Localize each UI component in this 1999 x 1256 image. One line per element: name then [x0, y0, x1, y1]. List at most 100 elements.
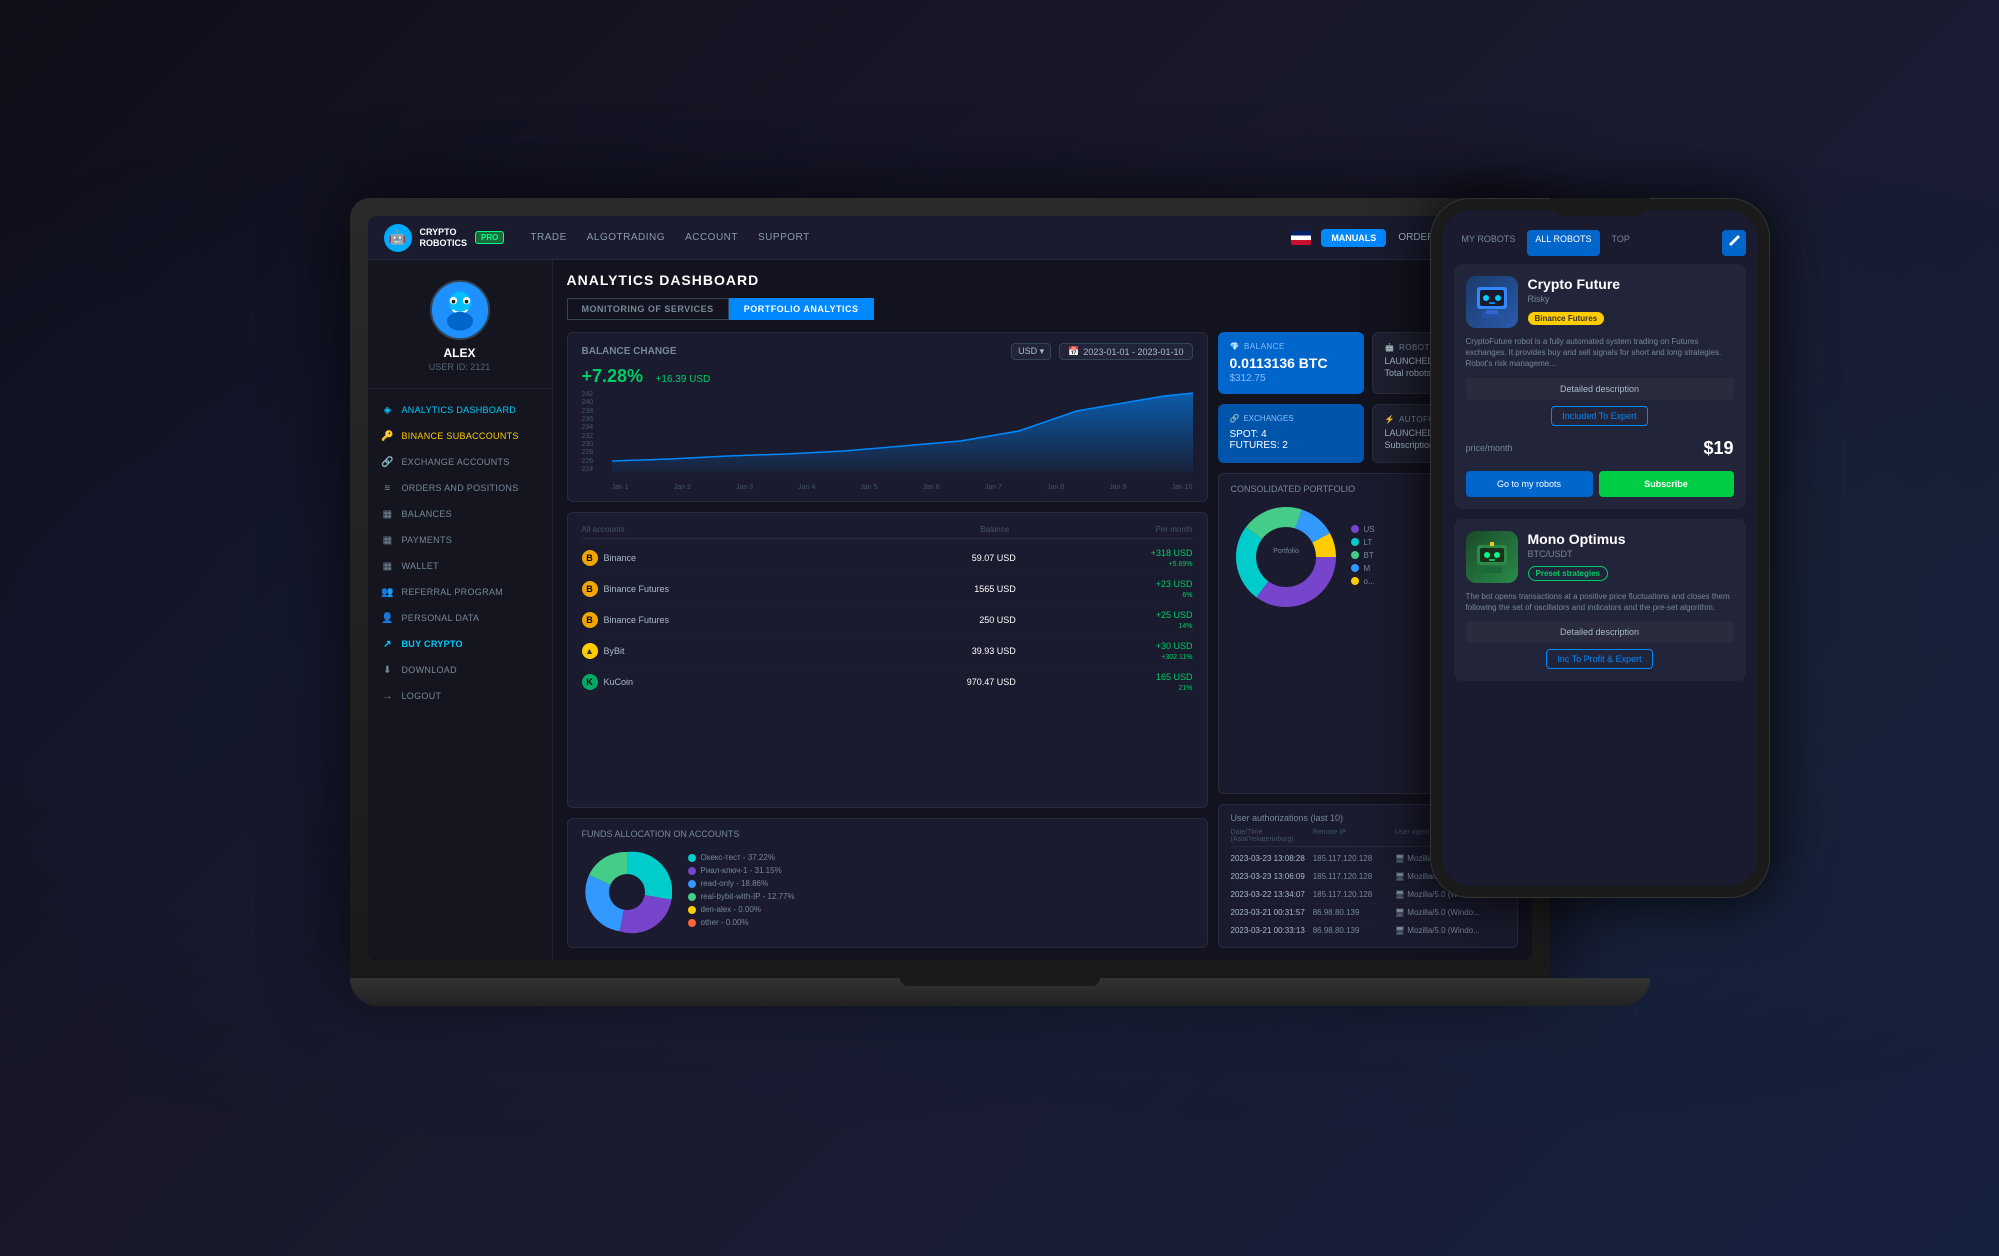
sidebar-menu: ◈ ANALYTICS DASHBOARD 🔑 BINANCE SUBACCOU…: [368, 389, 552, 948]
detailed-desc-button-2[interactable]: Detailed description: [1466, 621, 1734, 643]
exchanges-card: 🔗 EXCHANGES SPOT: 4 FUTURES: 2: [1218, 404, 1364, 463]
flag-icon[interactable]: [1291, 231, 1311, 245]
table-row: ▲ ByBit 39.93 USD +30 USD+302.11%: [582, 636, 1193, 667]
funds-title: Funds allocation on accounts: [582, 829, 1193, 839]
auth-th-ip: Remote IP: [1313, 829, 1395, 843]
legend-item: den-alex - 0.00%: [688, 905, 1193, 914]
exchange-name: KuCoin: [604, 677, 840, 687]
logo-area: 🤖 CRYPTO ROBOTICS PRO: [384, 224, 505, 252]
robot-card-1: Crypto Future Risky Binance Futures Cryp…: [1454, 264, 1746, 509]
auth-th-date: Date/Time (Asia/Yekaterinburg): [1231, 829, 1313, 843]
table-row: B Binance 59.07 USD +318 USD+5.69%: [582, 543, 1193, 574]
manuals-button[interactable]: MANUALS: [1321, 229, 1386, 247]
month-value: +23 USD6%: [1016, 579, 1193, 599]
balance-change-values: +7.28% +16.39 USD: [582, 366, 1193, 387]
goto-button-1[interactable]: Go to my robots: [1466, 471, 1593, 497]
nav-support[interactable]: SUPPORT: [758, 232, 810, 243]
sidebar-item-personal[interactable]: 👤 PERSONAL DATA: [368, 605, 552, 631]
currency-select[interactable]: USD ▾: [1011, 343, 1051, 360]
sidebar-item-orders[interactable]: ≡ ORDERS AND POSITIONS: [368, 475, 552, 501]
buycrypto-icon: ↗: [382, 638, 394, 650]
robot-icon-1: [1466, 276, 1518, 328]
robot-risk-2: BTC/USDT: [1528, 549, 1734, 559]
binance-exchange-icon: B: [582, 550, 598, 566]
balance-controls: USD ▾ 📅 2023-01-01 - 2023-01-10: [1011, 343, 1192, 360]
nav-trade[interactable]: TRADE: [530, 232, 566, 243]
sidebar-item-exchange[interactable]: 🔗 EXCHANGE ACCOUNTS: [368, 449, 552, 475]
balance-change-title: Balance change: [582, 346, 677, 357]
sidebar-item-wallet[interactable]: ▦ WALLET: [368, 553, 552, 579]
robot-card-2: Mono Optimus BTC/USDT Preset strategies …: [1454, 519, 1746, 681]
robot-desc-1: CryptoFuture robot is a fully automated …: [1466, 336, 1734, 370]
sidebar-item-balances[interactable]: ▦ BALANCES: [368, 501, 552, 527]
balance-value: 59.07 USD: [839, 553, 1016, 563]
sidebar-item-logout[interactable]: → LOGOUT: [368, 683, 552, 709]
legend-item: Окекс-тест - 37.22%: [688, 853, 1193, 862]
nav-algotrading[interactable]: ALGOTRADING: [587, 232, 665, 243]
sidebar-item-analytics[interactable]: ◈ ANALYTICS DASHBOARD: [368, 397, 552, 423]
subscribe-button-1[interactable]: Subscribe: [1599, 471, 1734, 497]
phone-tab-top[interactable]: TOP: [1604, 230, 1638, 256]
phone-tab-allrobots[interactable]: ALL ROBOTS: [1527, 230, 1599, 256]
legend-dot: [688, 867, 696, 875]
dashboard-grid: Balance change USD ▾ 📅 2023-01-01 - 2023…: [567, 332, 1518, 948]
pro-badge: PRO: [475, 231, 504, 244]
phone-screen: MY ROBOTS ALL ROBOTS TOP: [1442, 210, 1758, 886]
pie-chart: [582, 847, 672, 937]
legend-item: read-only - 18.86%: [688, 879, 1193, 888]
included-button-2[interactable]: Inc To Profit & Expert: [1546, 649, 1652, 669]
phone-content: Crypto Future Risky Binance Futures Cryp…: [1442, 264, 1758, 886]
tab-monitoring[interactable]: MONITORING OF SERVICES: [567, 298, 729, 320]
robot-card-1-header: Crypto Future Risky Binance Futures: [1466, 276, 1734, 328]
legend-dot: [1351, 551, 1359, 559]
sidebar-item-referral[interactable]: 👥 REFERRAL PROGRAM: [368, 579, 552, 605]
main-content: ALEX USER ID: 2121 ◈ ANALYTICS DASHBOARD…: [368, 260, 1532, 960]
nav-account[interactable]: ACCOUNT: [685, 232, 738, 243]
date-range[interactable]: 📅 2023-01-01 - 2023-01-10: [1059, 343, 1192, 360]
auth-row: 2023-03-21 00:31:57 86.98.80.139 🖥 Mozil…: [1231, 904, 1505, 922]
page-content: ANALYTICS DASHBOARD MONITORING OF SERVIC…: [553, 260, 1532, 960]
user-name: ALEX: [443, 346, 475, 360]
legend-dot: [688, 854, 696, 862]
accounts-table: All accounts Balance Per month B Binance…: [567, 512, 1208, 808]
sidebar-item-binance[interactable]: 🔑 BINANCE SUBACCOUNTS: [368, 423, 552, 449]
kucoin-icon: K: [582, 674, 598, 690]
exchange-name: ByBit: [604, 646, 840, 656]
user-profile: ALEX USER ID: 2121: [368, 272, 552, 389]
tab-portfolio[interactable]: PORTFOLIO ANALYTICS: [729, 298, 874, 320]
included-button-1[interactable]: Included To Expert: [1551, 406, 1647, 426]
price-value-1: $19: [1703, 438, 1733, 459]
month-value: 165 USD21%: [1016, 672, 1193, 692]
logo-icon: 🤖: [384, 224, 412, 252]
legend-item: real-bybit-with-IP - 12.77%: [688, 892, 1193, 901]
phone-tab-myrobots[interactable]: MY ROBOTS: [1454, 230, 1524, 256]
wallet-icon: ▦: [382, 560, 394, 572]
sidebar-item-payments[interactable]: ▦ PAYMENTS: [368, 527, 552, 553]
balance-change-pct: +7.28%: [582, 366, 644, 386]
balance-value: 1565 USD: [839, 584, 1016, 594]
phone-tab-edit[interactable]: [1722, 230, 1746, 256]
donut-chart: Portfolio: [1231, 502, 1341, 612]
chart-svg-container: [612, 391, 1193, 473]
avatar: [430, 280, 490, 340]
sidebar-item-download[interactable]: ⬇ DOWNLOAD: [368, 657, 552, 683]
binance-futures-icon-2: B: [582, 612, 598, 628]
top-nav: 🤖 CRYPTO ROBOTICS PRO TRADE ALGOTRADING …: [368, 216, 1532, 260]
legend-dot: [1351, 525, 1359, 533]
robot-card-2-header: Mono Optimus BTC/USDT Preset strategies: [1466, 531, 1734, 583]
legend-dot: [1351, 564, 1359, 572]
laptop-screen: 🤖 CRYPTO ROBOTICS PRO TRADE ALGOTRADING …: [368, 216, 1532, 960]
month-value: +318 USD+5.69%: [1016, 548, 1193, 568]
sidebar: ALEX USER ID: 2121 ◈ ANALYTICS DASHBOARD…: [368, 260, 553, 960]
phone-container: MY ROBOTS ALL ROBOTS TOP: [1430, 198, 1770, 898]
sidebar-item-buycrypto[interactable]: ↗ BUY CRYPTO: [368, 631, 552, 657]
robot-desc-2: The bot opens transactions at a positive…: [1466, 591, 1734, 613]
svg-text:Portfolio: Portfolio: [1273, 548, 1299, 555]
col-account-header: All accounts: [582, 525, 826, 534]
cta-row-1: Go to my robots Subscribe: [1466, 471, 1734, 497]
exchanges-title: 🔗 EXCHANGES: [1230, 414, 1352, 423]
balance-change-card: Balance change USD ▾ 📅 2023-01-01 - 2023…: [567, 332, 1208, 502]
detailed-desc-button-1[interactable]: Detailed description: [1466, 378, 1734, 400]
robot-name-2: Mono Optimus: [1528, 531, 1734, 547]
payments-icon: ▦: [382, 534, 394, 546]
